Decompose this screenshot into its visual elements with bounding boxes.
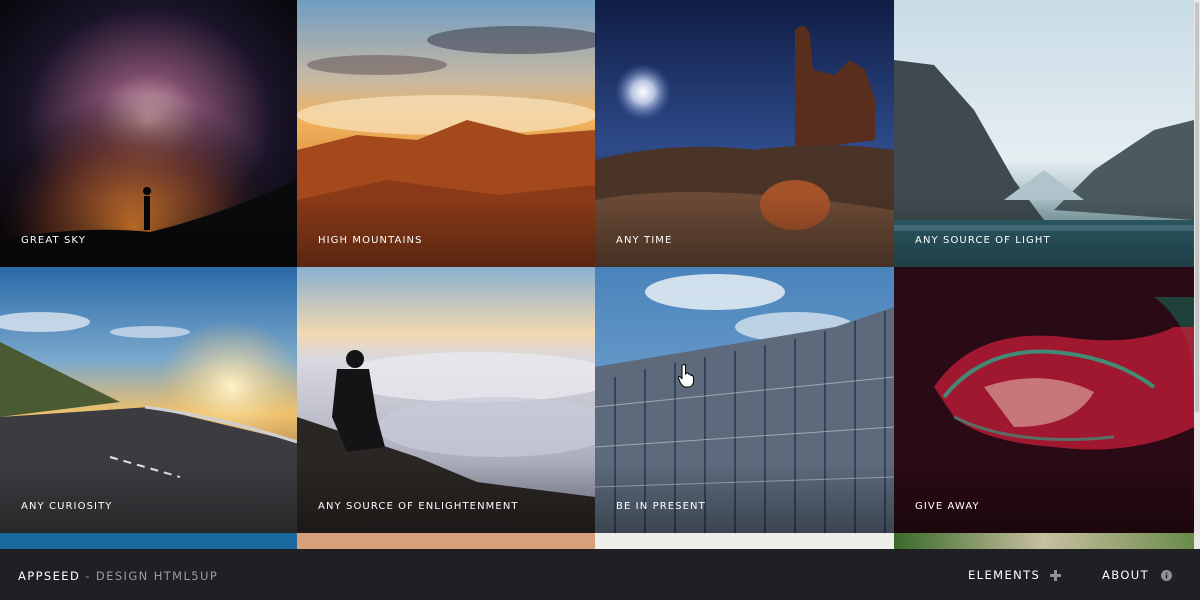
scrollbar-thumb[interactable] [1195, 2, 1199, 412]
page-scrollbar[interactable] [1194, 0, 1200, 549]
tile-caption: High Mountains [318, 235, 423, 246]
nav-elements-label: Elements [968, 568, 1041, 582]
tile-caption: Any Source of Light [915, 235, 1051, 246]
tile-caption: Give Away [915, 501, 980, 512]
nav-elements-link[interactable]: Elements [968, 568, 1062, 582]
info-icon [1161, 569, 1173, 581]
gallery-tile-any-time[interactable]: Any Time [595, 0, 894, 267]
tile-caption: Any Curiosity [21, 501, 113, 512]
caption-gradient [0, 463, 297, 533]
nav-about-link[interactable]: About [1102, 568, 1173, 582]
tile-caption: Any Time [616, 235, 673, 246]
brand-name[interactable]: AppSeed [18, 569, 80, 583]
caption-gradient [595, 463, 894, 533]
tile-caption: Be in Present [616, 501, 706, 512]
gallery-tile-partial[interactable] [595, 533, 894, 549]
gallery-tile-any-source-of-light[interactable]: Any Source of Light [894, 0, 1194, 267]
caption-gradient [297, 197, 595, 267]
gallery-tile-partial[interactable] [0, 533, 297, 549]
tile-caption: Any Source of Enlightenment [318, 501, 519, 512]
gallery-tile-high-mountains[interactable]: High Mountains [297, 0, 595, 267]
brand-separator: - [80, 569, 96, 583]
brand-credit[interactable]: Design HTML5UP [96, 569, 218, 583]
gallery-tile-be-in-present[interactable]: Be in Present [595, 267, 894, 533]
plus-icon [1050, 569, 1062, 581]
gallery-tile-give-away[interactable]: Give Away [894, 267, 1194, 533]
footer-bar: AppSeed - Design HTML5UP Elements About [0, 549, 1200, 600]
gallery-tile-partial[interactable] [297, 533, 595, 549]
gallery-tile-any-curiosity[interactable]: Any Curiosity [0, 267, 297, 533]
gallery-tile-great-sky[interactable]: Great Sky [0, 0, 297, 267]
caption-gradient [297, 463, 595, 533]
footer-brand: AppSeed - Design HTML5UP [18, 569, 218, 583]
caption-gradient [894, 197, 1194, 267]
gallery-tile-any-source-of-enlightenment[interactable]: Any Source of Enlightenment [297, 267, 595, 533]
nav-about-label: About [1102, 568, 1150, 582]
caption-gradient [595, 197, 894, 267]
caption-gradient [894, 463, 1194, 533]
tile-caption: Great Sky [21, 235, 86, 246]
caption-gradient [0, 197, 297, 267]
photo-gallery: Great Sky High [0, 0, 1194, 549]
gallery-tile-partial[interactable] [894, 533, 1194, 549]
